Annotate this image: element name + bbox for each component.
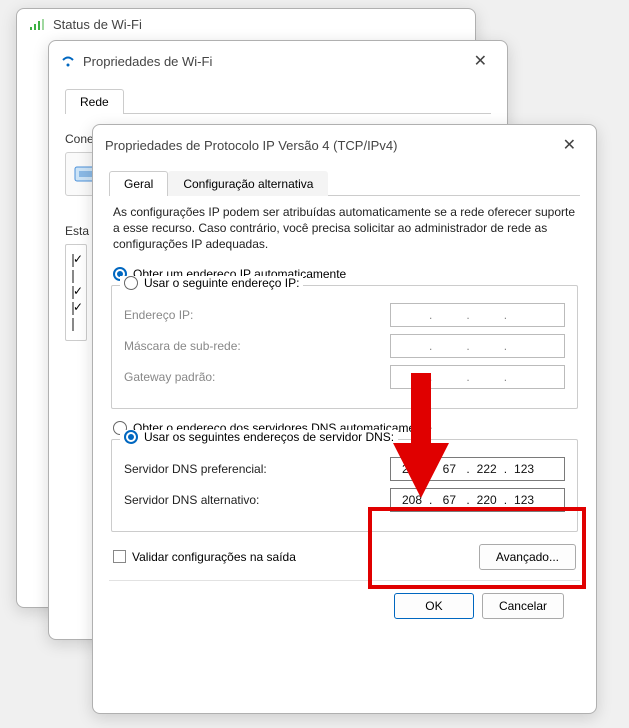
radio-icon (124, 430, 138, 444)
tab-strip: Rede (65, 89, 491, 114)
checkbox[interactable] (72, 254, 74, 267)
window-title: Status de Wi-Fi (53, 17, 142, 32)
wifi-signal-icon (29, 19, 45, 31)
gateway-input: ... (390, 365, 565, 389)
checkbox[interactable] (72, 302, 74, 315)
checkbox[interactable] (72, 286, 74, 299)
tab-geral[interactable]: Geral (109, 171, 168, 196)
tab-config-alternativa[interactable]: Configuração alternativa (168, 171, 328, 196)
radio-label: Usar os seguintes endereços de servidor … (144, 430, 394, 444)
dns-alternate-input[interactable]: 208. 67. 220. 123 (390, 488, 565, 512)
tab-rede[interactable]: Rede (65, 89, 124, 114)
ip-address-input: ... (390, 303, 565, 327)
field-label: Máscara de sub-rede: (124, 339, 390, 353)
row-subnet-mask: Máscara de sub-rede: ... (124, 334, 565, 358)
dialog-footer: OK Cancelar (109, 580, 580, 619)
titlebar: Status de Wi-Fi (17, 9, 475, 36)
radio-label: Usar o seguinte endereço IP: (144, 276, 299, 290)
close-icon[interactable]: ✕ (466, 49, 495, 73)
ok-button[interactable]: OK (394, 593, 474, 619)
dns-manual-group: Usar os seguintes endereços de servidor … (111, 439, 578, 532)
field-label: Servidor DNS preferencial: (124, 462, 390, 476)
close-icon[interactable]: ✕ (555, 133, 584, 157)
radio-ip-manual[interactable]: Usar o seguinte endereço IP: (124, 276, 299, 290)
ipv4-properties-window: Propriedades de Protocolo IP Versão 4 (T… (92, 124, 597, 714)
checkbox-label: Validar configurações na saída (132, 550, 296, 564)
dns-preferred-input[interactable]: 208. 67. 222. 123 (390, 457, 565, 481)
window-title: Propriedades de Protocolo IP Versão 4 (T… (105, 138, 397, 153)
row-dns-preferred: Servidor DNS preferencial: 208. 67. 222.… (124, 457, 565, 481)
radio-dns-manual[interactable]: Usar os seguintes endereços de servidor … (124, 430, 394, 444)
checkbox[interactable] (72, 270, 74, 283)
field-label: Endereço IP: (124, 308, 390, 322)
validate-checkbox-row[interactable]: Validar configurações na saída (113, 550, 296, 564)
cancel-button[interactable]: Cancelar (482, 593, 564, 619)
wifi-properties-icon (61, 54, 75, 68)
bottom-row: Validar configurações na saída Avançado.… (113, 544, 576, 570)
row-gateway: Gateway padrão: ... (124, 365, 565, 389)
subnet-mask-input: ... (390, 334, 565, 358)
field-label: Gateway padrão: (124, 370, 390, 384)
titlebar: Propriedades de Protocolo IP Versão 4 (T… (93, 125, 596, 161)
field-label: Servidor DNS alternativo: (124, 493, 390, 507)
tab-strip: Geral Configuração alternativa (109, 171, 580, 196)
row-ip-address: Endereço IP: ... (124, 303, 565, 327)
checkbox-icon (113, 550, 126, 563)
checkbox[interactable] (72, 318, 74, 331)
radio-icon (124, 276, 138, 290)
ip-manual-group: Usar o seguinte endereço IP: Endereço IP… (111, 285, 578, 409)
row-dns-alternate: Servidor DNS alternativo: 208. 67. 220. … (124, 488, 565, 512)
window-title: Propriedades de Wi-Fi (83, 54, 212, 69)
description-text: As configurações IP podem ser atribuídas… (113, 204, 576, 253)
advanced-button[interactable]: Avançado... (479, 544, 576, 570)
titlebar: Propriedades de Wi-Fi ✕ (49, 41, 507, 77)
